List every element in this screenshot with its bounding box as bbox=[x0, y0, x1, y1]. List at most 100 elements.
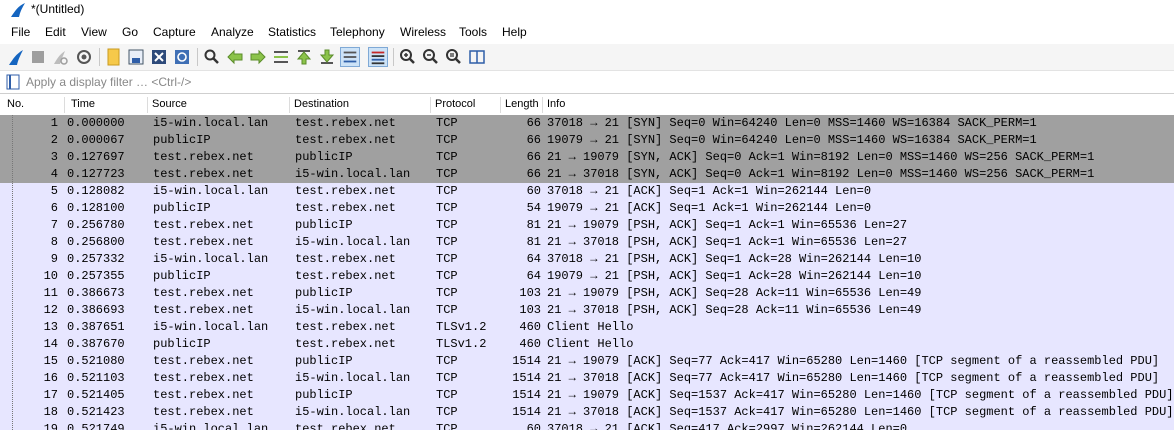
zoom-in-icon[interactable] bbox=[398, 47, 418, 67]
packet-row[interactable]: 15 0.521080 test.rebex.net publicIP TCP 1514 2… bbox=[0, 353, 1174, 370]
zoom-out-icon[interactable] bbox=[421, 47, 441, 67]
packet-protocol: TCP bbox=[436, 184, 458, 198]
packet-source: publicIP bbox=[153, 269, 211, 283]
packet-row[interactable]: 13 0.387651 i5-win.local.lan test.rebex.net… bbox=[0, 319, 1174, 336]
packet-length: 66 bbox=[526, 133, 541, 147]
close-file-icon[interactable] bbox=[149, 47, 169, 67]
menu-bar: File Edit View Go Capture Analyze Statis… bbox=[0, 22, 1174, 44]
menu-telephony[interactable]: Telephony bbox=[330, 25, 385, 39]
packet-length: 60 bbox=[526, 422, 541, 430]
packet-row[interactable]: 10 0.257355 publicIP test.rebex.net TCP 64 190… bbox=[0, 268, 1174, 285]
packet-source: i5-win.local.lan bbox=[153, 252, 269, 266]
packet-destination: test.rebex.net bbox=[295, 337, 396, 351]
packet-info: 19079 → 21 [ACK] Seq=1 Ack=1 Win=262144 … bbox=[547, 201, 872, 215]
packet-row[interactable]: 2 0.000067 publicIP test.rebex.net TCP 66 1907… bbox=[0, 132, 1174, 149]
packet-row[interactable]: 1 0.000000 i5-win.local.lan test.rebex.net T… bbox=[0, 115, 1174, 132]
packet-destination: i5-win.local.lan bbox=[295, 371, 411, 385]
options-gear-icon[interactable] bbox=[74, 47, 94, 67]
packet-time: 0.521103 bbox=[67, 371, 125, 385]
save-icon[interactable] bbox=[126, 47, 146, 67]
menu-statistics[interactable]: Statistics bbox=[268, 25, 316, 39]
packet-list[interactable]: 1 0.000000 i5-win.local.lan test.rebex.net T… bbox=[0, 115, 1174, 430]
packet-destination: test.rebex.net bbox=[295, 422, 396, 430]
packet-length: 54 bbox=[526, 201, 541, 215]
stop-icon[interactable] bbox=[28, 47, 48, 67]
normal-size-icon[interactable] bbox=[444, 47, 464, 67]
menu-edit[interactable]: Edit bbox=[45, 25, 66, 39]
packet-source: publicIP bbox=[153, 133, 211, 147]
packet-row[interactable]: 11 0.386673 test.rebex.net publicIP TCP 103 21… bbox=[0, 285, 1174, 302]
packet-row[interactable]: 6 0.128100 publicIP test.rebex.net TCP 54 1907… bbox=[0, 200, 1174, 217]
packet-destination: i5-win.local.lan bbox=[295, 303, 411, 317]
column-header-info[interactable]: Info bbox=[547, 98, 565, 110]
packet-number: 12 bbox=[43, 303, 58, 317]
menu-wireless[interactable]: Wireless bbox=[400, 25, 446, 39]
shark-fin-start-icon[interactable] bbox=[6, 47, 26, 67]
menu-view[interactable]: View bbox=[81, 25, 107, 39]
column-header-time[interactable]: Time bbox=[71, 98, 95, 110]
packet-info: 19079 → 21 [PSH, ACK] Seq=1 Ack=28 Win=2… bbox=[547, 269, 922, 283]
packet-row[interactable]: 5 0.128082 i5-win.local.lan test.rebex.net T… bbox=[0, 183, 1174, 200]
column-header-no[interactable]: No. bbox=[7, 98, 24, 110]
packet-length: 103 bbox=[519, 303, 541, 317]
packet-protocol: TCP bbox=[436, 354, 458, 368]
packet-protocol: TCP bbox=[436, 133, 458, 147]
packet-info: Client Hello bbox=[547, 337, 634, 351]
packet-number: 18 bbox=[43, 405, 58, 419]
packet-row[interactable]: 4 0.127723 test.rebex.net i5-win.local.lan T… bbox=[0, 166, 1174, 183]
packet-destination: test.rebex.net bbox=[295, 133, 396, 147]
column-header-destination[interactable]: Destination bbox=[294, 98, 349, 110]
go-first-icon[interactable] bbox=[294, 47, 314, 67]
packet-source: test.rebex.net bbox=[153, 218, 254, 232]
packet-row[interactable]: 8 0.256800 test.rebex.net i5-win.local.lan T… bbox=[0, 234, 1174, 251]
go-back-icon[interactable] bbox=[225, 47, 245, 67]
colorize-icon bbox=[371, 51, 385, 65]
packet-info: 19079 → 21 [SYN] Seq=0 Win=64240 Len=0 M… bbox=[547, 133, 1037, 147]
menu-tools[interactable]: Tools bbox=[459, 25, 487, 39]
menu-help[interactable]: Help bbox=[502, 25, 527, 39]
packet-row[interactable]: 3 0.127697 test.rebex.net publicIP TCP 66 21 →… bbox=[0, 149, 1174, 166]
resize-columns-icon[interactable] bbox=[467, 47, 487, 67]
packet-length: 81 bbox=[526, 235, 541, 249]
go-to-packet-icon[interactable] bbox=[271, 47, 291, 67]
column-header-protocol[interactable]: Protocol bbox=[435, 98, 475, 110]
packet-length: 81 bbox=[526, 218, 541, 232]
packet-length: 460 bbox=[519, 320, 541, 334]
menu-go[interactable]: Go bbox=[122, 25, 138, 39]
wireshark-fin-icon bbox=[11, 3, 25, 17]
packet-time: 0.521749 bbox=[67, 422, 125, 430]
menu-file[interactable]: File bbox=[11, 25, 30, 39]
go-forward-icon[interactable] bbox=[248, 47, 268, 67]
packet-protocol: TCP bbox=[436, 116, 458, 130]
autoscroll-button[interactable] bbox=[340, 47, 360, 67]
restart-icon[interactable] bbox=[50, 47, 70, 67]
packet-row[interactable]: 14 0.387670 publicIP test.rebex.net TLSv1.2 4… bbox=[0, 336, 1174, 353]
packet-info: 21 → 19079 [PSH, ACK] Seq=1 Ack=1 Win=65… bbox=[547, 218, 908, 232]
packet-row[interactable]: 9 0.257332 i5-win.local.lan test.rebex.net T… bbox=[0, 251, 1174, 268]
packet-protocol: TCP bbox=[436, 303, 458, 317]
packet-source: i5-win.local.lan bbox=[153, 422, 269, 430]
menu-capture[interactable]: Capture bbox=[153, 25, 196, 39]
bookmark-icon[interactable] bbox=[6, 74, 20, 90]
column-header-source[interactable]: Source bbox=[152, 98, 187, 110]
display-filter-input[interactable] bbox=[24, 73, 1168, 90]
packet-row[interactable]: 17 0.521405 test.rebex.net publicIP TCP 1514 2… bbox=[0, 387, 1174, 404]
colorize-button[interactable] bbox=[368, 47, 388, 67]
packet-row[interactable]: 12 0.386693 test.rebex.net i5-win.local.lan… bbox=[0, 302, 1174, 319]
packet-row[interactable]: 19 0.521749 i5-win.local.lan test.rebex.net… bbox=[0, 421, 1174, 430]
column-header-length[interactable]: Length bbox=[505, 98, 539, 110]
menu-analyze[interactable]: Analyze bbox=[211, 25, 254, 39]
packet-protocol: TCP bbox=[436, 201, 458, 215]
packet-number: 17 bbox=[43, 388, 58, 402]
find-packet-icon[interactable] bbox=[202, 47, 222, 67]
packet-protocol: TCP bbox=[436, 235, 458, 249]
packet-row[interactable]: 7 0.256780 test.rebex.net publicIP TCP 81 21 →… bbox=[0, 217, 1174, 234]
packet-row[interactable]: 16 0.521103 test.rebex.net i5-win.local.lan… bbox=[0, 370, 1174, 387]
packet-source: i5-win.local.lan bbox=[153, 116, 269, 130]
go-last-icon[interactable] bbox=[317, 47, 337, 67]
open-folder-icon[interactable] bbox=[104, 47, 124, 67]
packet-info: 21 → 37018 [ACK] Seq=77 Ack=417 Win=6528… bbox=[547, 371, 1160, 385]
packet-time: 0.521423 bbox=[67, 405, 125, 419]
packet-row[interactable]: 18 0.521423 test.rebex.net i5-win.local.lan… bbox=[0, 404, 1174, 421]
reload-icon[interactable] bbox=[172, 47, 192, 67]
